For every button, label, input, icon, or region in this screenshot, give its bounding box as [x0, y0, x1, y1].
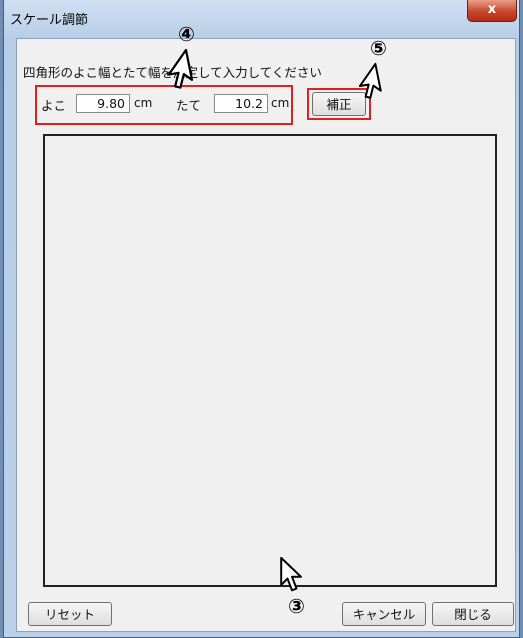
window-close-button[interactable]: x — [467, 0, 517, 22]
step-4-marker: ④ — [178, 22, 195, 46]
cursor-arrow-icon — [167, 48, 194, 89]
step-3-marker: ③ — [288, 594, 305, 618]
step-5-marker: ⑤ — [370, 36, 387, 60]
scale-square-canvas[interactable] — [43, 134, 497, 587]
cancel-button[interactable]: キャンセル — [342, 602, 426, 626]
window-title: スケール調節 — [10, 13, 89, 28]
title-bar: スケール調節 x — [4, 0, 519, 38]
close-icon: x — [487, 2, 497, 17]
close-button[interactable]: 閉じる — [432, 602, 514, 626]
reset-button[interactable]: リセット — [28, 602, 112, 626]
cursor-arrow-icon — [358, 62, 382, 99]
cursor-arrow-icon — [280, 556, 302, 592]
